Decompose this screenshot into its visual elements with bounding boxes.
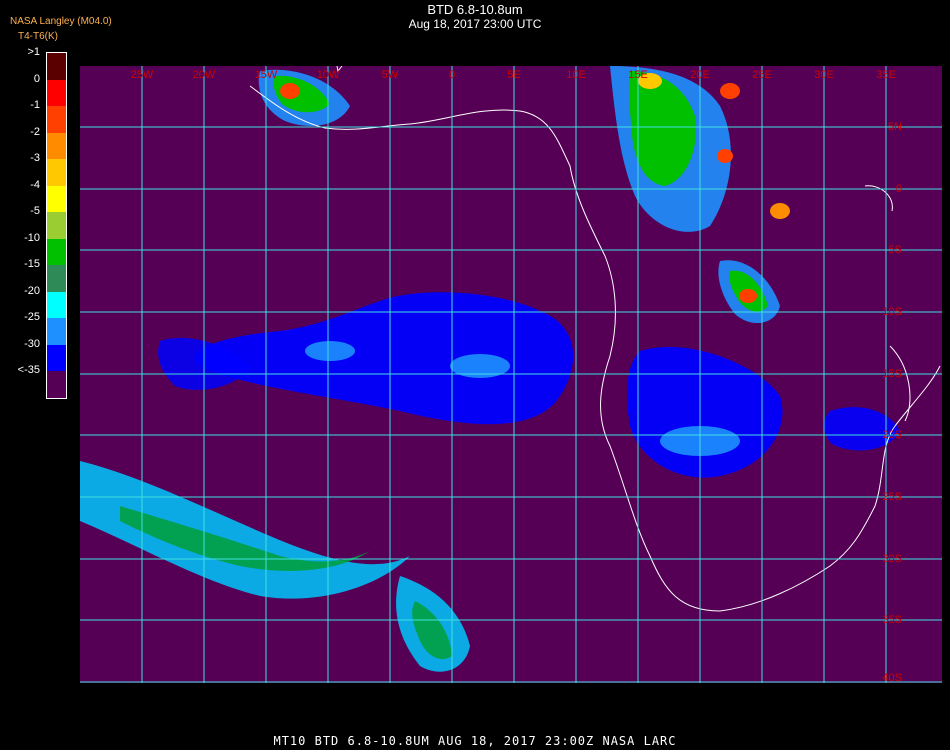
colorbar-segment: [47, 344, 66, 371]
footer-caption: MT10 BTD 6.8-10.8UM AUG 18, 2017 23:00Z …: [273, 734, 677, 748]
lat-label: 0: [896, 183, 902, 195]
colorbar-segment: [47, 159, 66, 186]
colorbar-label: -4: [30, 178, 40, 191]
convection-core-4: [770, 203, 790, 219]
colorbar-label: 0: [33, 72, 40, 85]
colorbar-segment: [47, 106, 66, 133]
colorbar-label: <-35: [17, 364, 40, 376]
colorbar-label: -2: [30, 125, 40, 138]
colorbar-segment: [47, 291, 66, 318]
lon-label: 15W: [255, 69, 278, 81]
lon-label: 35E: [876, 69, 896, 81]
lat-label: 30S: [882, 553, 902, 565]
convection-core-west: [280, 83, 300, 99]
credit-label: NASA Langley (M04.0): [10, 16, 112, 27]
lat-label: 35S: [882, 614, 902, 626]
lon-label: 20E: [690, 69, 710, 81]
colorbar-segment: [47, 318, 66, 345]
colorbar-segment: [47, 238, 66, 265]
colorbar-segment: [47, 265, 66, 292]
colorbar-label: -10: [24, 231, 40, 244]
lat-label: 25S: [882, 491, 902, 503]
title: BTD 6.8-10.8um: [427, 2, 523, 17]
lat-label: 15S: [882, 368, 902, 380]
lat-label: 5S: [889, 244, 902, 256]
colorbar-segment: [47, 132, 66, 159]
convection-core-5: [739, 289, 757, 303]
colorbar: [46, 52, 67, 399]
lon-label: 10E: [566, 69, 586, 81]
datetime: Aug 18, 2017 23:00 UTC: [408, 17, 542, 31]
colorbar-label: -25: [24, 311, 40, 323]
lon-label: 20W: [193, 69, 216, 81]
lon-label: 25W: [131, 69, 154, 81]
colorbar-segment: [47, 53, 66, 80]
colorbar-label: -1: [30, 99, 40, 111]
lat-label: 40S: [882, 672, 902, 683]
convection-core-2: [720, 83, 740, 99]
lon-label: 10W: [317, 69, 340, 81]
satellite-map: 25W 20W 15W 10W 5W 0 5E 10E 15E 20E 25E …: [80, 66, 942, 683]
unit-label: T4-T6(K): [18, 31, 58, 42]
lat-label: 5N: [888, 121, 902, 133]
colorbar-label: -20: [24, 284, 40, 297]
lon-label: 5E: [507, 69, 520, 81]
lon-label: 0: [449, 69, 455, 81]
lat-label: 20S: [882, 429, 902, 441]
lon-label: 5W: [382, 69, 399, 81]
colorbar-segment: [47, 212, 66, 239]
lon-label: 15E: [628, 69, 648, 81]
lat-label: 10S: [882, 306, 902, 318]
colorbar-label: >1: [27, 46, 40, 58]
colorbar-segment: [47, 185, 66, 212]
colorbar-label: -15: [24, 258, 40, 270]
lon-label: 30E: [814, 69, 834, 81]
lon-label: 25E: [752, 69, 772, 81]
colorbar-segment: [47, 79, 66, 106]
convection-core-3: [717, 149, 733, 163]
colorbar-label: -3: [30, 152, 40, 164]
colorbar-label: -5: [30, 205, 40, 217]
colorbar-label: -30: [24, 337, 40, 350]
colorbar-segment: [47, 371, 66, 398]
